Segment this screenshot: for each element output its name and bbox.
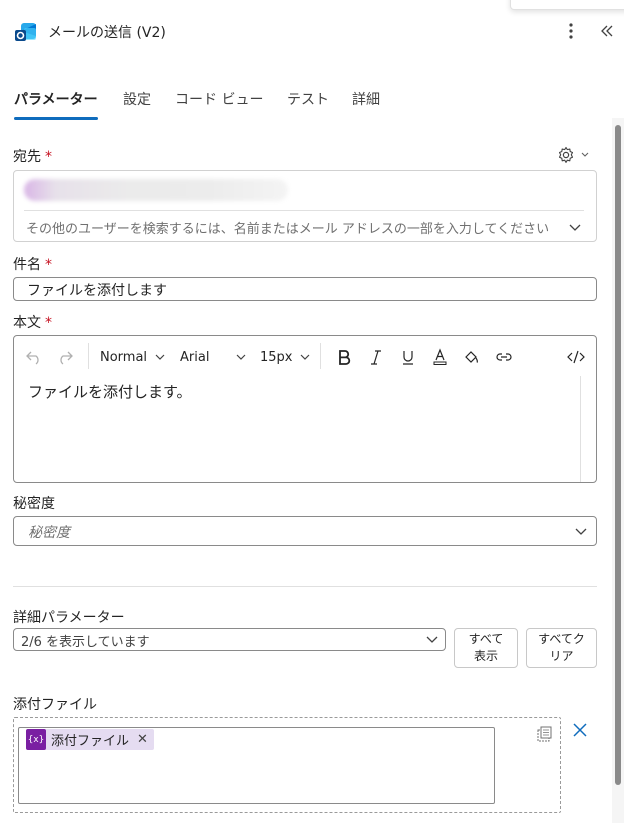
font-family-value: Arial bbox=[180, 349, 210, 365]
show-all-label-1: すべて bbox=[468, 632, 504, 646]
paragraph-format-dropdown[interactable]: Normal bbox=[100, 346, 166, 368]
font-family-dropdown[interactable]: Arial bbox=[180, 346, 247, 368]
tab-code-view[interactable]: コード ビュー bbox=[175, 89, 263, 109]
active-tab-indicator bbox=[14, 117, 98, 120]
body-content[interactable]: ファイルを添付します。 bbox=[28, 381, 192, 402]
advanced-parameters-summary: 2/6 を表示しています bbox=[21, 635, 150, 650]
highlight-icon[interactable] bbox=[463, 346, 481, 368]
dynamic-content-token[interactable]: {x} 添付ファイル ✕ bbox=[26, 729, 154, 750]
tab-test[interactable]: テスト bbox=[287, 89, 329, 109]
gear-icon bbox=[558, 146, 574, 163]
remove-token-icon[interactable]: ✕ bbox=[137, 732, 148, 747]
body-label: 本文 * bbox=[13, 315, 52, 331]
clear-all-button[interactable]: すべてク リア bbox=[526, 628, 597, 668]
link-icon[interactable] bbox=[495, 346, 513, 368]
chevron-down-icon[interactable] bbox=[425, 633, 439, 651]
redo-icon[interactable] bbox=[56, 346, 74, 368]
clear-all-label-1: すべてク bbox=[538, 632, 585, 646]
advanced-parameters-label: 詳細パラメーター bbox=[13, 610, 125, 626]
token-label: 添付ファイル bbox=[51, 734, 130, 749]
italic-icon[interactable] bbox=[367, 346, 385, 368]
chevron-down-icon bbox=[155, 354, 165, 360]
redacted-recipient bbox=[24, 179, 288, 201]
attachments-label: 添付ファイル bbox=[13, 697, 97, 713]
variable-icon: {x} bbox=[26, 729, 46, 750]
to-divider bbox=[24, 210, 584, 211]
chevron-down-icon[interactable] bbox=[574, 525, 588, 543]
bold-icon[interactable] bbox=[335, 346, 353, 368]
code-view-icon[interactable] bbox=[567, 346, 585, 368]
sensitivity-placeholder: 秘密度 bbox=[28, 525, 70, 541]
font-size-value: 15px bbox=[260, 349, 293, 365]
font-color-icon[interactable] bbox=[431, 346, 449, 368]
scrollbar-thumb[interactable] bbox=[615, 125, 621, 785]
show-all-label-2: 表示 bbox=[473, 649, 498, 663]
tab-parameters[interactable]: パラメーター bbox=[14, 89, 98, 109]
outlook-icon bbox=[14, 20, 38, 44]
popup-fragment bbox=[510, 0, 624, 10]
chevron-down-icon bbox=[237, 354, 246, 360]
more-options-icon[interactable] bbox=[562, 20, 580, 42]
toolbar-separator bbox=[320, 343, 321, 369]
chevron-down-icon bbox=[581, 152, 589, 157]
toolbar-separator bbox=[88, 343, 89, 369]
editor-scrollbar bbox=[580, 376, 581, 482]
action-title: メールの送信 (V2) bbox=[48, 25, 166, 41]
to-settings-button[interactable] bbox=[556, 146, 590, 164]
subject-input[interactable]: ファイルを添付します bbox=[13, 277, 597, 301]
section-divider bbox=[13, 586, 597, 587]
undo-icon[interactable] bbox=[25, 346, 43, 368]
paragraph-format-value: Normal bbox=[100, 349, 148, 365]
tab-settings[interactable]: 設定 bbox=[123, 89, 151, 109]
show-all-button[interactable]: すべて 表示 bbox=[454, 628, 518, 668]
underline-icon[interactable] bbox=[399, 346, 417, 368]
chevron-down-icon bbox=[300, 354, 309, 360]
chevron-down-icon[interactable] bbox=[568, 220, 582, 234]
switch-to-array-icon[interactable] bbox=[535, 725, 553, 747]
sensitivity-label: 秘密度 bbox=[13, 496, 55, 512]
clear-all-label-2: リア bbox=[549, 649, 574, 663]
collapse-panel-icon[interactable] bbox=[598, 22, 616, 40]
sensitivity-dropdown[interactable] bbox=[13, 516, 597, 546]
subject-label: 件名 * bbox=[13, 257, 52, 273]
to-label: 宛先 * bbox=[13, 149, 52, 165]
tab-details[interactable]: 詳細 bbox=[352, 89, 380, 109]
delete-parameter-icon[interactable] bbox=[572, 722, 588, 742]
to-search-input[interactable]: その他のユーザーを検索するには、名前またはメール アドレスの一部を入力してくださ… bbox=[26, 218, 562, 237]
font-size-dropdown[interactable]: 15px bbox=[260, 346, 311, 368]
